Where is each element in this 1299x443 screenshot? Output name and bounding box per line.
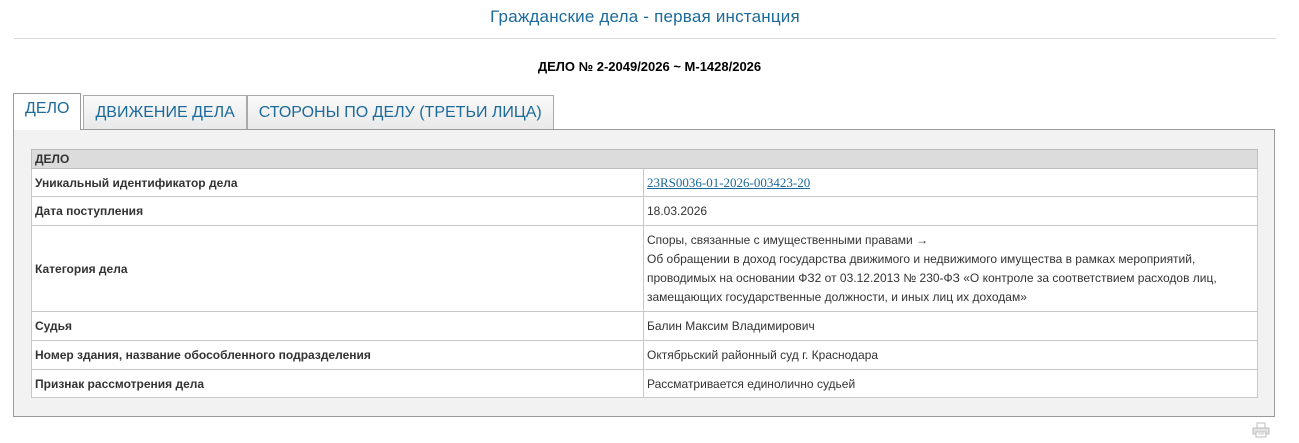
tab-case[interactable]: ДЕЛО [13,93,82,130]
table-header-row: ДЕЛО [31,149,1258,169]
judge-value: Балин Максим Владимирович [643,311,1258,341]
row-value: 23RS0036-01-2026-003423-20 [643,168,1258,197]
court-building-value: Октябрьский районный суд г. Краснодара [643,340,1258,370]
section-header: ДЕЛО [31,149,1258,169]
table-row: Судья Балин Максим Владимирович [31,311,1258,341]
tab-bar: ДЕЛО ДВИЖЕНИЕ ДЕЛА СТОРОНЫ ПО ДЕЛУ (ТРЕТ… [13,93,554,130]
row-label: Судья [31,311,644,341]
row-label: Дата поступления [31,196,644,226]
case-category-value: Споры, связанные с имущественными правам… [643,225,1258,312]
row-label: Признак рассмотрения дела [31,369,644,398]
receipt-date-value: 18.03.2026 [643,196,1258,226]
case-number: ДЕЛО № 2-2049/2026 ~ М-1428/2026 [537,59,762,74]
page-header: Гражданские дела - первая инстанция [14,0,1276,39]
category-line: замещающих государственные должности, и … [647,289,1027,304]
row-label: Категория дела [31,225,644,312]
table-row: Номер здания, название обособленного под… [31,340,1258,370]
page-title: Гражданские дела - первая инстанция [490,7,800,26]
row-label: Номер здания, название обособленного под… [31,340,644,370]
case-uid-link[interactable]: 23RS0036-01-2026-003423-20 [647,175,810,190]
category-line: Споры, связанные с имущественными правам… [647,232,929,247]
row-label: Уникальный идентификатор дела [31,168,644,197]
tab-case-movement[interactable]: ДВИЖЕНИЕ ДЕЛА [83,95,247,130]
table-row: Уникальный идентификатор дела 23RS0036-0… [31,168,1258,197]
category-line: Об обращении в доход государства движимо… [647,251,1196,266]
consideration-type-value: Рассматривается единолично судьей [643,369,1258,398]
tab-parties[interactable]: СТОРОНЫ ПО ДЕЛУ (ТРЕТЬИ ЛИЦА) [246,95,554,130]
category-line: проводимых на основании ФЗ2 от 03.12.201… [647,270,1217,285]
table-row: Признак рассмотрения дела Рассматриваетс… [31,369,1258,398]
table-row: Категория дела Споры, связанные с имущес… [31,225,1258,312]
case-details-table: ДЕЛО Уникальный идентификатор дела 23RS0… [31,149,1258,398]
tab-panel-case: ДЕЛО Уникальный идентификатор дела 23RS0… [13,129,1275,417]
printer-icon[interactable] [1252,422,1270,438]
table-row: Дата поступления 18.03.2026 [31,196,1258,226]
